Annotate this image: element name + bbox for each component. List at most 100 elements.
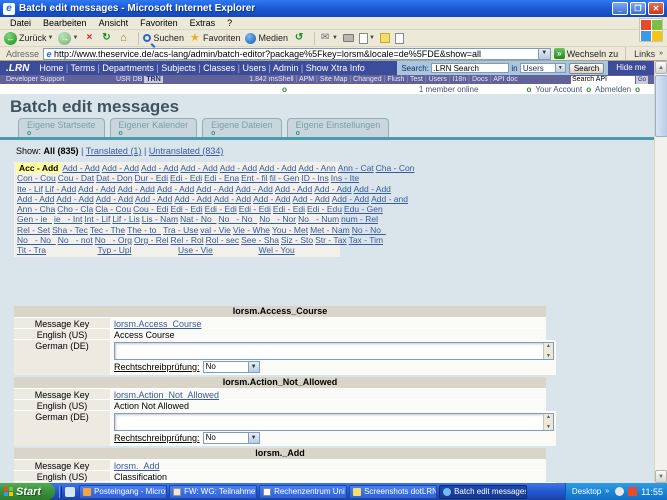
filter-untranslated[interactable]: Untranslated (834) <box>149 146 224 156</box>
range-link[interactable]: Ann - Cha <box>16 204 56 214</box>
range-link[interactable]: Add - Add <box>274 184 313 194</box>
api-go-button[interactable]: Go <box>635 75 648 84</box>
range-link[interactable]: Add - Ann <box>297 163 336 173</box>
range-link[interactable]: Add - Add <box>55 194 94 204</box>
forward-button[interactable]: → ▼ <box>58 31 78 45</box>
range-link[interactable]: The - to_ <box>126 225 162 235</box>
range-link[interactable]: Use - Vie <box>177 245 258 255</box>
range-link[interactable]: Edi - Edi <box>238 204 272 214</box>
tab-eigene-startseite[interactable]: Eigene Startseite o <box>18 118 105 137</box>
message-key-link[interactable]: lorsm._Add <box>114 461 160 471</box>
textarea-scroll-down-icon[interactable]: ▼ <box>544 424 553 430</box>
go-button[interactable]: » Wechseln zu <box>553 48 618 59</box>
api-search-input[interactable] <box>570 75 635 84</box>
range-link[interactable]: Cou - Dat <box>57 173 95 183</box>
stop-button[interactable]: × <box>83 32 95 44</box>
edit-button[interactable]: ▼ <box>358 32 375 44</box>
range-link[interactable]: Edi - Edi <box>169 173 203 183</box>
range-link[interactable]: Add - Add <box>77 184 116 194</box>
discuss-button[interactable] <box>379 33 390 43</box>
german-textarea[interactable]: ▲ ▼ <box>114 341 554 360</box>
nav-link-terms[interactable]: Terms <box>63 63 95 73</box>
back-dropdown-icon[interactable]: ▼ <box>48 35 54 41</box>
range-link[interactable]: Add - Add <box>179 163 218 173</box>
range-link[interactable]: Ent - fil <box>240 173 268 183</box>
home-button[interactable]: ⌂ <box>117 32 129 44</box>
start-button[interactable]: Start <box>0 483 56 500</box>
taskbar-task[interactable]: Batch edit messages ... <box>439 484 528 499</box>
range-link[interactable]: Add - Add <box>95 194 134 204</box>
range-link[interactable]: fil - Gen <box>269 173 301 183</box>
range-link[interactable]: Org - Rel <box>133 235 169 245</box>
range-link[interactable]: Con - Cou <box>16 173 57 183</box>
nav-link-classes[interactable]: Classes <box>196 63 235 73</box>
desktop-toolbar-label[interactable]: Desktop <box>572 487 601 496</box>
mail-dropdown-icon[interactable]: ▼ <box>332 35 338 41</box>
range-link[interactable]: Edi - Edu <box>306 204 343 214</box>
range-link[interactable]: Add - Add <box>219 163 258 173</box>
textarea-scroll-up-icon[interactable]: ▲ <box>544 414 553 420</box>
search-scope-select[interactable]: Users ▼ <box>519 63 566 73</box>
app-tray-icon[interactable] <box>628 487 638 496</box>
media-button[interactable]: Medien <box>245 32 288 44</box>
dev-modes-label[interactable]: USR DB <box>116 76 142 83</box>
refresh-button[interactable]: ↻ <box>100 32 112 44</box>
range-link[interactable]: Add - Add <box>134 194 173 204</box>
menu-item-bearbeiten[interactable]: Bearbeiten <box>37 18 93 28</box>
menu-item-ansicht[interactable]: Ansicht <box>93 18 135 28</box>
filter-translated[interactable]: Translated (1) <box>86 146 142 156</box>
dev-link-apm[interactable]: APM <box>294 76 315 83</box>
dev-mode-trn[interactable]: TRN <box>144 76 163 83</box>
range-link[interactable]: ID - Ins <box>300 173 329 183</box>
range-link[interactable]: Tax - Tim <box>348 235 384 245</box>
range-link[interactable]: Edu - Gen <box>343 204 384 214</box>
range-link[interactable]: Dat - Don <box>95 173 133 183</box>
menu-item-extras[interactable]: Extras <box>184 18 222 28</box>
hide-me-link[interactable]: Hide me <box>608 61 654 75</box>
range-link[interactable]: Add - Add <box>291 194 330 204</box>
spellcheck-select[interactable]: No ▼ <box>202 431 260 444</box>
menu-item-datei[interactable]: Datei <box>4 18 37 28</box>
range-link[interactable]: Ann - Cat <box>337 163 375 173</box>
range-link[interactable]: Wel - You <box>258 245 339 255</box>
range-link[interactable]: Lis - Nam <box>141 214 179 224</box>
nav-link-home[interactable]: Home <box>39 63 63 73</box>
range-link[interactable]: Edi - Ena <box>203 173 240 183</box>
range-link[interactable]: Add - and <box>370 194 409 204</box>
scrollbar-thumb[interactable] <box>655 75 667 137</box>
range-link[interactable]: Nat - No_ <box>179 214 217 224</box>
restore-button[interactable]: ❐ <box>630 2 646 15</box>
menu-item-[interactable]: ? <box>221 18 238 28</box>
dev-link-test[interactable]: Test <box>404 76 422 83</box>
spellcheck-select[interactable]: No ▼ <box>202 360 260 373</box>
quick-launch-handle[interactable] <box>59 485 63 498</box>
range-link[interactable]: Rel - Rol <box>170 235 205 245</box>
volume-tray-icon[interactable] <box>615 487 625 496</box>
forward-dropdown-icon[interactable]: ▼ <box>72 35 78 41</box>
tab-eigene-einstellungen[interactable]: Eigene Einstellungen o <box>286 118 390 137</box>
links-chevron-icon[interactable]: » <box>659 50 663 57</box>
range-link[interactable]: Edi - Edi <box>272 204 306 214</box>
range-link[interactable]: num - Rel <box>340 214 379 224</box>
range-link[interactable]: Cou - Edi <box>132 204 169 214</box>
nav-link-users[interactable]: Users <box>235 63 266 73</box>
range-link[interactable]: Add - Add <box>101 163 140 173</box>
range-link[interactable]: Met - Nam <box>309 225 351 235</box>
tab-eigener-kalender[interactable]: Eigener Kalender o <box>109 118 198 137</box>
links-label[interactable]: Links <box>634 49 655 59</box>
range-link[interactable]: Str - Tax <box>314 235 348 245</box>
dev-link-changed[interactable]: Changed <box>347 76 381 83</box>
range-link[interactable]: No_ - not <box>57 235 94 245</box>
edit-dropdown-icon[interactable]: ▼ <box>369 35 375 41</box>
textarea-scroll-up-icon[interactable]: ▲ <box>544 343 553 349</box>
site-search-input[interactable] <box>431 63 510 73</box>
range-link[interactable]: Add - Add <box>213 194 252 204</box>
range-link[interactable]: No_ - Org <box>94 235 133 245</box>
taskbar-task[interactable]: FW: WG: Teilnahme v... <box>169 484 258 499</box>
range-link[interactable]: Add - Add <box>173 194 212 204</box>
range-link[interactable]: Lif - Add <box>44 184 77 194</box>
messenger-button[interactable] <box>394 32 404 44</box>
range-link[interactable]: Add - Add <box>235 184 274 194</box>
dev-link-docs[interactable]: Docs <box>466 76 488 83</box>
dev-link-users[interactable]: Users <box>423 76 447 83</box>
